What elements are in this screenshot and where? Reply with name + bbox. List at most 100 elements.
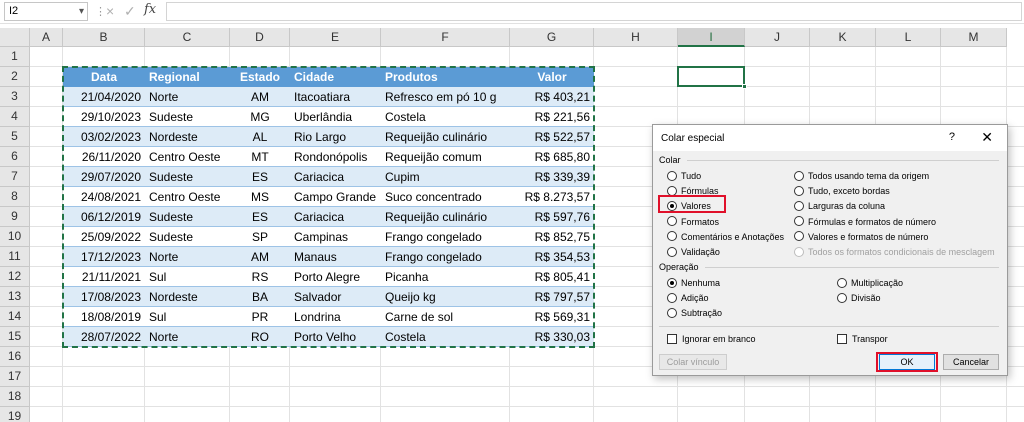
dialog-title: Colar especial (661, 133, 725, 144)
ignorar-em-branco-checkbox[interactable]: Ignorar em branco (667, 333, 756, 346)
row-header[interactable]: 3 (0, 87, 30, 107)
highlight-valores-box (658, 195, 726, 213)
insert-function-icon[interactable]: fx (144, 2, 156, 17)
radio-label: Larguras da coluna (808, 201, 886, 212)
cancel-icon[interactable]: × (106, 3, 114, 19)
group-divider (687, 160, 999, 161)
row-header[interactable]: 5 (0, 127, 30, 147)
row-header[interactable]: 8 (0, 187, 30, 207)
row-header[interactable]: 6 (0, 147, 30, 167)
row-header[interactable]: 14 (0, 307, 30, 327)
drag-handle-icon: ⋮ (95, 6, 106, 18)
radio-option[interactable]: Fórmulas e formatos de número (794, 216, 936, 229)
radio-option[interactable]: Adição (667, 292, 709, 305)
copy-marquee (62, 66, 595, 348)
transpor-label: Transpor (852, 334, 888, 344)
row-header[interactable]: 15 (0, 327, 30, 347)
column-header[interactable]: H (594, 28, 678, 47)
formula-bar: I2 ▾ ⋮ × ✓ fx (0, 0, 1024, 24)
chevron-down-icon[interactable]: ▾ (79, 3, 84, 20)
formula-input[interactable] (166, 2, 1022, 21)
paste-special-dialog: Colar especial ? ✕ Colar Tudo Fórmulas Val… (652, 124, 1008, 376)
radio-option[interactable]: Divisão (837, 292, 881, 305)
row-header[interactable]: 16 (0, 347, 30, 367)
transpor-checkbox[interactable]: Transpor (837, 333, 888, 346)
radio-button-icon (837, 277, 847, 288)
row-header[interactable]: 2 (0, 67, 30, 87)
column-header[interactable]: F (381, 28, 510, 47)
column-header[interactable]: G (510, 28, 594, 47)
radio-button-icon (794, 185, 804, 196)
radio-option[interactable]: Tudo (667, 170, 701, 183)
column-header[interactable]: J (745, 28, 810, 47)
ignorar-label: Ignorar em branco (682, 334, 756, 344)
radio-button-icon (794, 201, 804, 212)
column-header[interactable]: B (63, 28, 145, 47)
column-header[interactable]: D (230, 28, 290, 47)
radio-button-icon (667, 170, 677, 181)
radio-button-icon (667, 277, 677, 288)
colar-group-label: Colar (659, 155, 681, 165)
radio-button-icon (794, 246, 804, 257)
excel-window: I2 ▾ ⋮ × ✓ fx A B C D E F G H I J K L M 1 2 3 4 5 6 7 8 9 10 11… (0, 0, 1024, 422)
column-header[interactable]: L (876, 28, 941, 47)
column-header[interactable]: C (145, 28, 230, 47)
checkbox-icon (837, 333, 847, 344)
radio-label: Valores e formatos de número (808, 231, 929, 242)
close-icon[interactable]: ✕ (981, 129, 993, 146)
group-divider (705, 267, 999, 268)
radio-option[interactable]: Validação (667, 246, 720, 259)
radio-option: Todos os formatos condicionais de mescla… (794, 246, 995, 259)
radio-label: Todos usando tema da origem (808, 171, 930, 181)
radio-option[interactable]: Larguras da coluna (794, 200, 885, 213)
confirm-icon[interactable]: ✓ (124, 3, 136, 19)
radio-option[interactable]: Valores e formatos de número (794, 231, 928, 244)
select-all-corner[interactable] (0, 28, 30, 47)
radio-button-icon (667, 216, 677, 227)
column-header[interactable]: K (810, 28, 876, 47)
radio-label: Todos os formatos condicionais de mescla… (808, 247, 995, 257)
radio-option[interactable]: Todos usando tema da origem (794, 170, 929, 183)
active-cell[interactable] (677, 66, 747, 89)
radio-option[interactable]: Comentários e Anotações (667, 231, 784, 244)
row-header[interactable]: 19 (0, 407, 30, 422)
radio-label: Divisão (851, 293, 881, 303)
radio-label: Formatos (681, 216, 720, 227)
column-header[interactable]: I (678, 28, 745, 47)
dialog-title-bar: Colar especial ? ✕ (653, 125, 1007, 151)
radio-option[interactable]: Formatos (667, 216, 719, 229)
row-header[interactable]: 1 (0, 47, 30, 67)
fill-handle[interactable] (742, 84, 747, 89)
radio-label: Adição (681, 293, 709, 303)
row-header[interactable]: 13 (0, 287, 30, 307)
row-header[interactable]: 4 (0, 107, 30, 127)
radio-button-icon (837, 292, 847, 303)
highlight-ok-box (876, 352, 938, 372)
column-header[interactable]: M (941, 28, 1007, 47)
radio-label: Fórmulas e formatos de número (808, 216, 937, 227)
group-divider (659, 326, 999, 327)
radio-button-icon (794, 170, 804, 181)
cancelar-button[interactable]: Cancelar (943, 354, 999, 370)
radio-button-icon (667, 231, 677, 242)
column-header[interactable]: A (30, 28, 63, 47)
row-header[interactable]: 10 (0, 227, 30, 247)
row-header[interactable]: 18 (0, 387, 30, 407)
row-header[interactable]: 17 (0, 367, 30, 387)
radio-option[interactable]: Tudo, exceto bordas (794, 185, 890, 198)
radio-option[interactable]: Nenhuma (667, 277, 720, 290)
radio-option[interactable]: Subtração (667, 307, 722, 320)
colar-vinculo-button[interactable]: Colar vínculo (659, 354, 727, 370)
radio-label: Multiplicação (851, 278, 904, 288)
row-header[interactable]: 11 (0, 247, 30, 267)
radio-label: Tudo, exceto bordas (808, 186, 890, 197)
radio-button-icon (794, 231, 804, 242)
column-header[interactable]: E (290, 28, 381, 47)
row-header[interactable]: 12 (0, 267, 30, 287)
help-icon[interactable]: ? (949, 131, 955, 143)
row-header[interactable]: 7 (0, 167, 30, 187)
radio-button-icon (667, 246, 677, 257)
row-header[interactable]: 9 (0, 207, 30, 227)
radio-option[interactable]: Multiplicação (837, 277, 903, 290)
name-box[interactable]: I2 ▾ (4, 2, 88, 21)
